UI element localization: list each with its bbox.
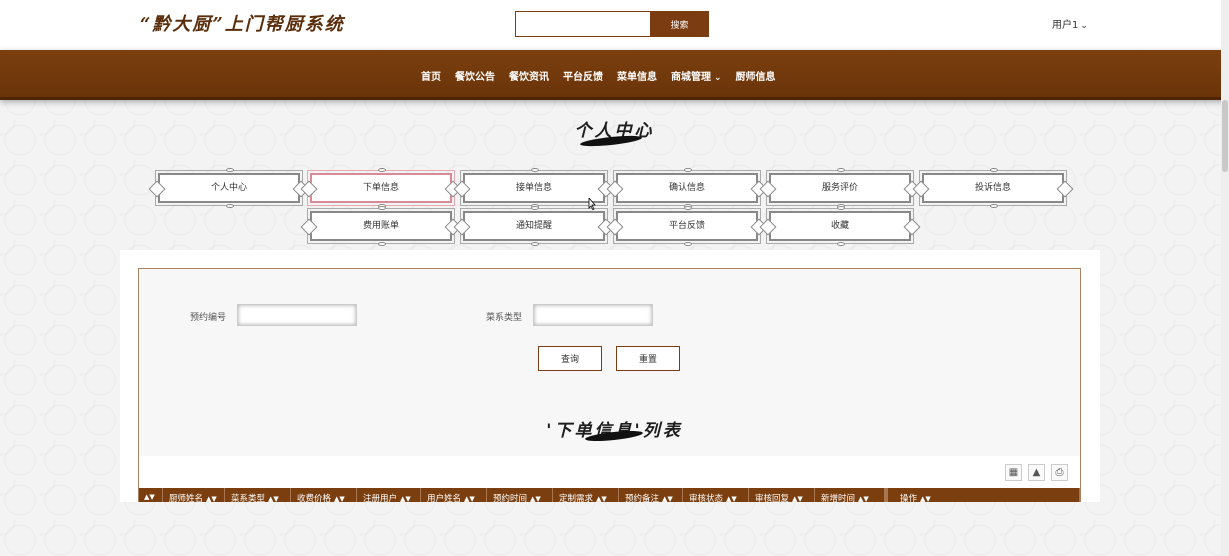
tab-label: 投诉信息 [974,183,1011,193]
tab-personal-center[interactable]: 个人中心 [155,168,303,208]
reservation-number-input[interactable] [237,304,357,326]
tab-favorites[interactable]: 收藏 [766,206,914,246]
nav-item-mall-label: 商城管理 [671,72,711,83]
search-input[interactable] [515,11,651,37]
tab-label: 接单信息 [515,183,552,193]
tab-platform-feedback[interactable]: 平台反馈 [613,206,761,246]
print-icon[interactable]: ⎙ [1051,464,1068,481]
nav-item-mall[interactable]: 商城管理 ⌄ [671,68,722,83]
search-button[interactable]: 搜索 [650,11,709,37]
tab-label: 下单信息 [362,183,399,193]
tab-service-review[interactable]: 服务评价 [766,168,914,208]
tab-complaints[interactable]: 投诉信息 [919,168,1067,208]
tab-order-info[interactable]: 下单信息 [307,168,455,208]
tab-label: 收藏 [830,221,849,231]
chevron-down-icon: ⌄ [714,73,722,83]
export-icon[interactable]: ▲ [1028,464,1045,481]
sort-icon: ▲▼ [144,493,155,501]
tab-label: 确认信息 [668,183,705,193]
nav-item-home[interactable]: 首页 [421,68,441,83]
chevron-down-icon: ⌄ [1080,21,1088,31]
columns-icon[interactable]: ▦ [1005,464,1022,481]
tab-expense-bill[interactable]: 费用账单 [307,206,455,246]
list-toolbar [139,456,1080,488]
mouse-cursor-icon [588,198,596,210]
query-button[interactable]: 查询 [538,346,602,371]
tab-label: 个人中心 [210,183,247,193]
nav-item-menu[interactable]: 菜单信息 [617,68,657,83]
nav-item-feedback[interactable]: 平台反馈 [563,68,603,83]
tab-label: 服务评价 [821,183,858,193]
page-background [0,502,1221,556]
tab-notifications[interactable]: 通知提醒 [460,206,608,246]
user-name: 用户1 [1052,20,1079,31]
nav-item-news[interactable]: 餐饮资讯 [509,68,549,83]
cuisine-type-input[interactable] [533,304,653,326]
top-header: “黔大厨”上门帮厨系统 搜索 用户1 ⌄ [0,0,1229,50]
reset-button[interactable]: 重置 [616,346,680,371]
user-menu[interactable]: 用户1 ⌄ [1052,16,1088,31]
reservation-number-label: 预约编号 [190,313,227,323]
tab-accepted-orders[interactable]: 接单信息 [460,168,608,208]
main-nav: 首页 餐饮公告 餐饮资讯 平台反馈 菜单信息 商城管理 ⌄ 厨师信息 [0,50,1229,100]
tab-label: 平台反馈 [668,221,705,231]
site-logo[interactable]: “黔大厨”上门帮厨系统 [140,10,345,36]
cuisine-type-label: 菜系类型 [486,313,523,323]
tab-label: 费用账单 [362,221,399,231]
tab-confirm-info[interactable]: 确认信息 [613,168,761,208]
nav-item-announcements[interactable]: 餐饮公告 [455,68,495,83]
page-scrollbar[interactable] [1221,0,1229,556]
tab-label: 通知提醒 [515,221,552,231]
nav-item-chefs[interactable]: 厨师信息 [736,68,776,83]
